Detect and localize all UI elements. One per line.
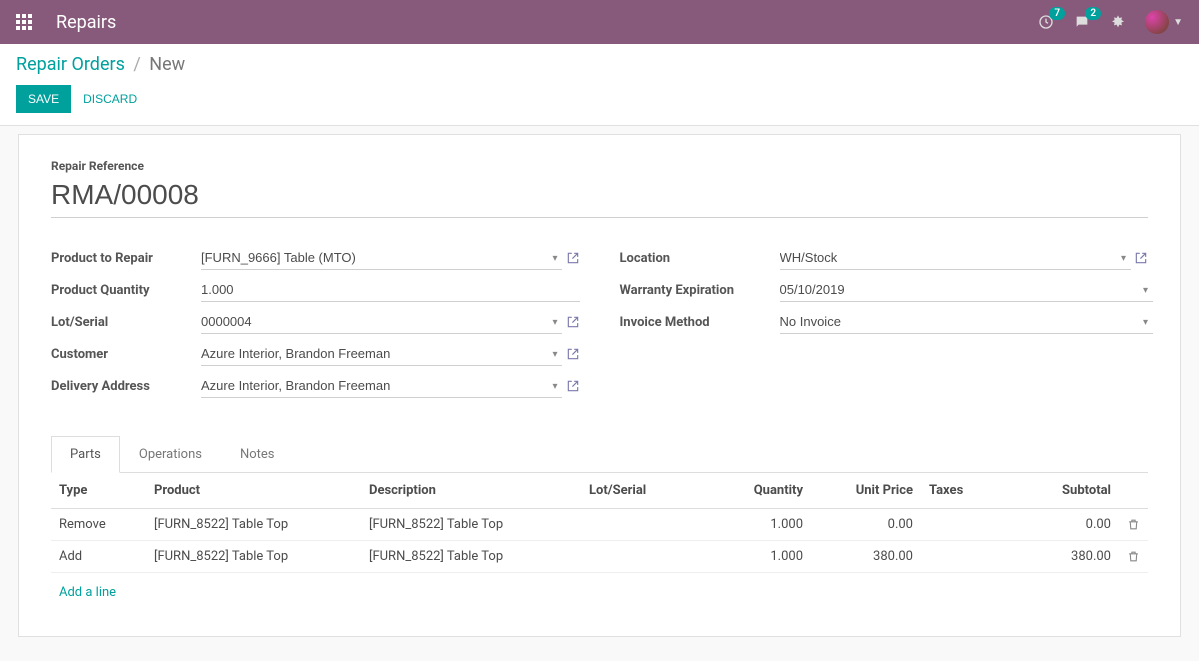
location-label: Location <box>620 251 780 266</box>
product-to-repair-input[interactable] <box>201 246 562 270</box>
cell-type[interactable]: Add <box>51 541 146 573</box>
messages-badge: 2 <box>1085 7 1101 20</box>
activities-icon[interactable]: 7 <box>1037 13 1055 31</box>
cell-product[interactable]: [FURN_8522] Table Top <box>146 541 361 573</box>
tab-notes[interactable]: Notes <box>221 436 294 473</box>
cell-taxes[interactable] <box>921 541 1001 573</box>
avatar <box>1145 10 1169 34</box>
activities-badge: 7 <box>1049 7 1065 20</box>
trash-icon[interactable] <box>1127 518 1140 531</box>
invoice-method-label: Invoice Method <box>620 315 780 330</box>
cell-unit-price[interactable]: 0.00 <box>811 509 921 541</box>
breadcrumb-parent[interactable]: Repair Orders <box>16 54 125 75</box>
external-link-icon[interactable] <box>1134 251 1148 265</box>
user-menu[interactable]: ▼ <box>1145 10 1183 34</box>
save-button[interactable]: SAVE <box>16 85 71 113</box>
external-link-icon[interactable] <box>566 347 580 361</box>
breadcrumb-separator: / <box>133 54 140 75</box>
external-link-icon[interactable] <box>566 251 580 265</box>
caret-down-icon: ▼ <box>1173 17 1183 28</box>
invoice-method-input[interactable] <box>780 310 1153 334</box>
trash-icon[interactable] <box>1127 550 1140 563</box>
warranty-expiration-label: Warranty Expiration <box>620 283 780 298</box>
customer-input[interactable] <box>201 342 562 366</box>
external-link-icon[interactable] <box>566 315 580 329</box>
cell-description[interactable]: [FURN_8522] Table Top <box>361 541 581 573</box>
cell-subtotal[interactable]: 380.00 <box>1001 541 1119 573</box>
breadcrumb: Repair Orders / New <box>16 54 1183 75</box>
customer-label: Customer <box>51 347 201 362</box>
cell-subtotal[interactable]: 0.00 <box>1001 509 1119 541</box>
col-taxes: Taxes <box>921 473 1001 509</box>
product-to-repair-label: Product to Repair <box>51 251 201 266</box>
warranty-expiration-input[interactable] <box>780 278 1153 302</box>
messages-icon[interactable]: 2 <box>1073 13 1091 31</box>
breadcrumb-current: New <box>149 54 185 75</box>
cell-quantity[interactable]: 1.000 <box>701 541 811 573</box>
repair-reference-label: Repair Reference <box>51 159 1148 173</box>
lot-serial-label: Lot/Serial <box>51 315 201 330</box>
repair-reference-input[interactable] <box>51 177 1148 218</box>
cell-quantity[interactable]: 1.000 <box>701 509 811 541</box>
product-quantity-label: Product Quantity <box>51 283 201 298</box>
col-product: Product <box>146 473 361 509</box>
cell-product[interactable]: [FURN_8522] Table Top <box>146 509 361 541</box>
delivery-address-input[interactable] <box>201 374 562 398</box>
col-quantity: Quantity <box>701 473 811 509</box>
cell-type[interactable]: Remove <box>51 509 146 541</box>
delivery-address-label: Delivery Address <box>51 379 201 394</box>
external-link-icon[interactable] <box>566 379 580 393</box>
col-type: Type <box>51 473 146 509</box>
tab-operations[interactable]: Operations <box>120 436 221 473</box>
product-quantity-input[interactable] <box>201 278 580 302</box>
col-lot: Lot/Serial <box>581 473 701 509</box>
navbar: Repairs 7 2 ▼ <box>0 0 1199 44</box>
cell-description[interactable]: [FURN_8522] Table Top <box>361 509 581 541</box>
table-row[interactable]: Remove[FURN_8522] Table Top[FURN_8522] T… <box>51 509 1148 541</box>
table-row[interactable]: Add[FURN_8522] Table Top[FURN_8522] Tabl… <box>51 541 1148 573</box>
cell-unit-price[interactable]: 380.00 <box>811 541 921 573</box>
discard-button[interactable]: DISCARD <box>83 92 137 106</box>
cell-taxes[interactable] <box>921 509 1001 541</box>
tabs: Parts Operations Notes <box>51 436 1148 473</box>
cell-lot[interactable] <box>581 541 701 573</box>
cell-lot[interactable] <box>581 509 701 541</box>
form-sheet: Repair Reference Product to Repair ▾ Pro <box>18 134 1181 637</box>
debug-icon[interactable] <box>1109 13 1127 31</box>
col-subtotal: Subtotal <box>1001 473 1119 509</box>
col-description: Description <box>361 473 581 509</box>
location-input[interactable] <box>780 246 1131 270</box>
tab-parts[interactable]: Parts <box>51 436 120 473</box>
app-title: Repairs <box>56 12 116 33</box>
apps-icon[interactable] <box>16 14 32 30</box>
lot-serial-input[interactable] <box>201 310 562 334</box>
col-unit-price: Unit Price <box>811 473 921 509</box>
parts-table: Type Product Description Lot/Serial Quan… <box>51 473 1148 573</box>
control-panel: Repair Orders / New SAVE DISCARD <box>0 44 1199 126</box>
add-line-button[interactable]: Add a line <box>51 573 1148 612</box>
